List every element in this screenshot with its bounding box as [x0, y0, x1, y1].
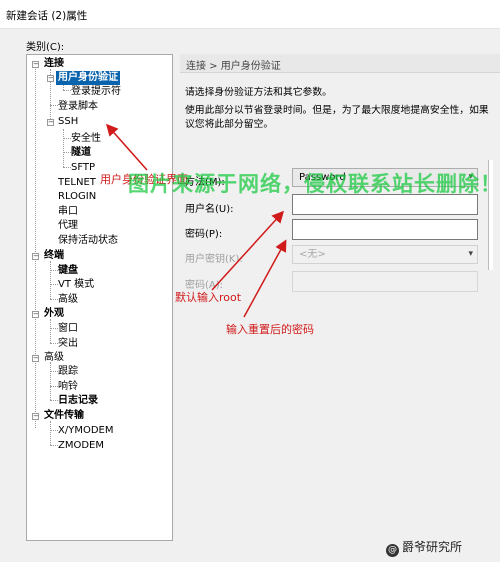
author-icon: @: [386, 544, 399, 557]
watermark-text: 图片来源于网络，侵权联系站长删除！: [128, 172, 500, 196]
arrow-to-password: [243, 239, 287, 318]
footer-watermark: @ 爵爷研究所: [386, 538, 462, 557]
footer-watermark-text: 爵爷研究所: [402, 540, 463, 554]
annotation-reset-password: 输入重置后的密码: [226, 323, 314, 336]
arrow-to-user-auth: [106, 123, 148, 171]
arrow-to-username: [211, 210, 285, 291]
annotation-arrows: [106, 123, 287, 318]
annotation-default-root: 默认输入root: [175, 291, 242, 304]
